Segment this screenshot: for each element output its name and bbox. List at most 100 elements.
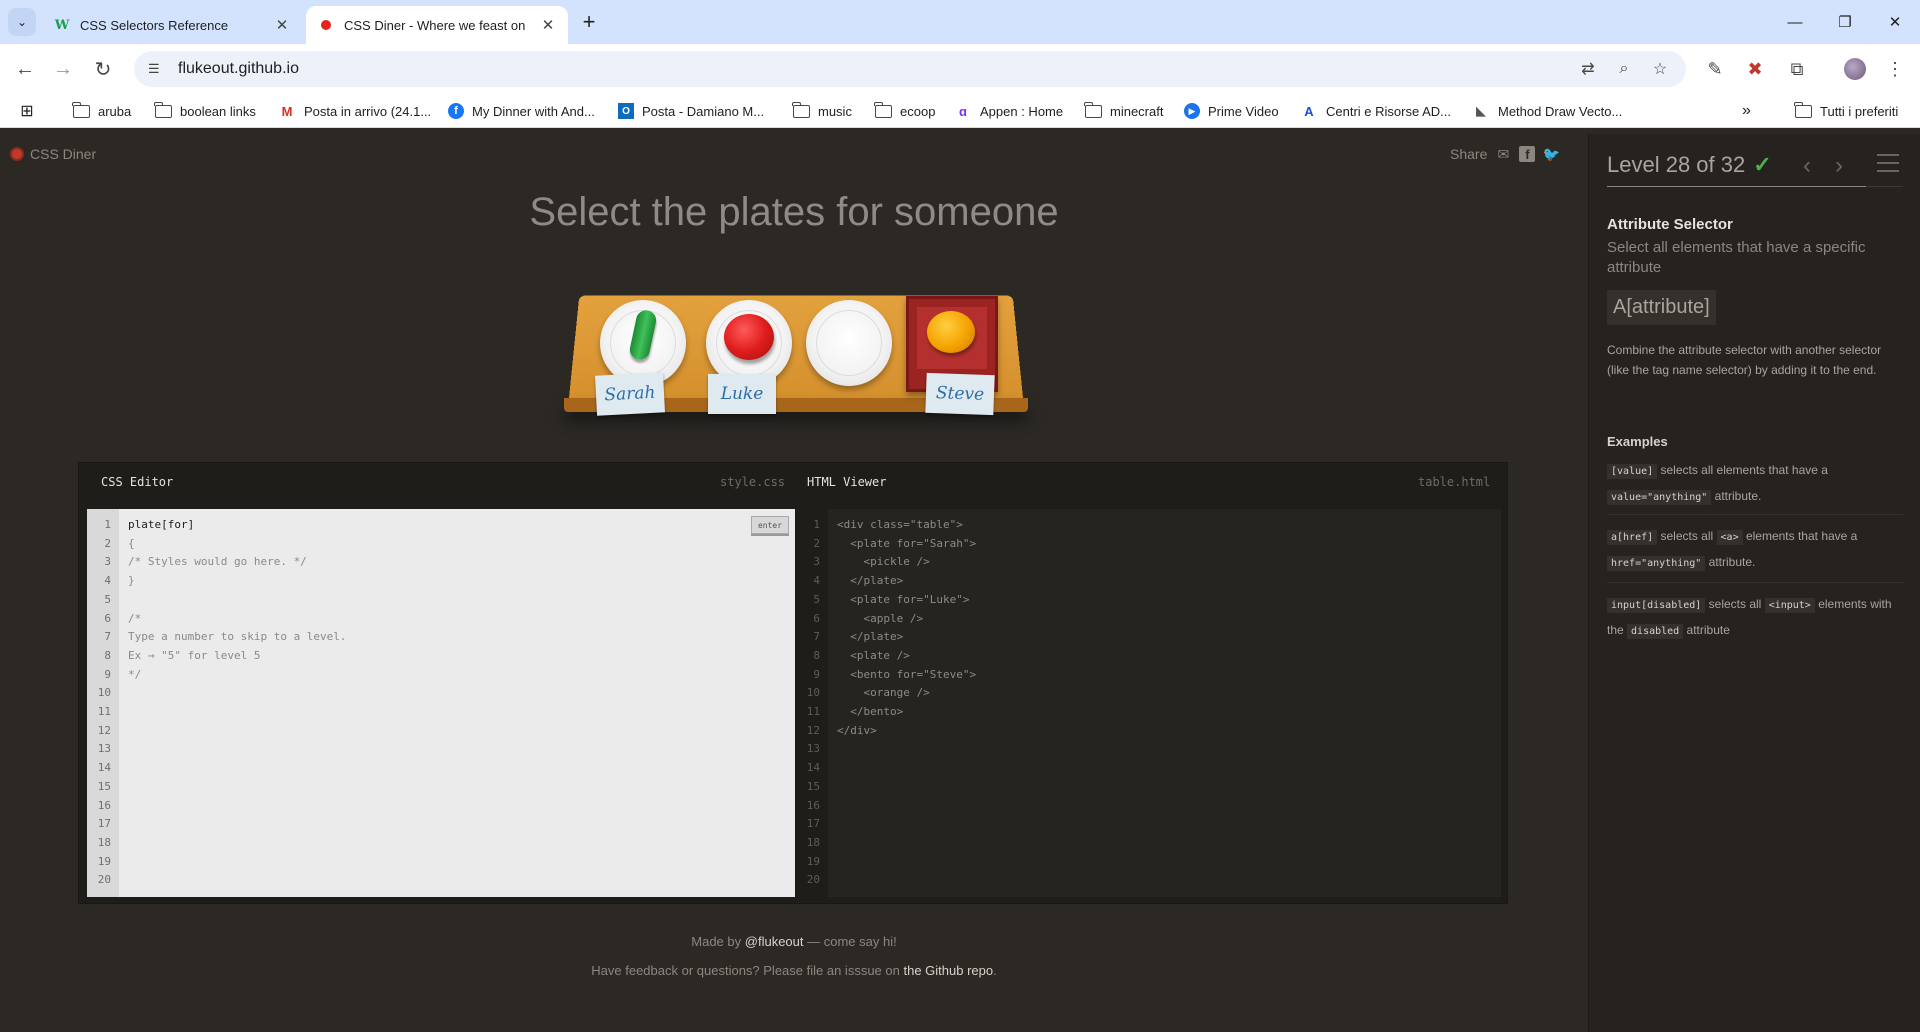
site-logo[interactable]: CSS Diner: [10, 146, 96, 162]
css-code[interactable]: plate[for]{/* Styles would go here. */} …: [128, 516, 347, 890]
back-button[interactable]: ←: [12, 56, 38, 82]
plate-empty[interactable]: [806, 300, 892, 386]
code-line: <plate for="Sarah">: [837, 536, 977, 550]
extension-icon[interactable]: ✖: [1742, 56, 1768, 82]
bookmark-boolean-links[interactable]: boolean links: [153, 100, 256, 122]
address-bar[interactable]: ☰ flukeout.github.io ⇄ ⌕ ☆: [134, 51, 1686, 87]
previous-level-button[interactable]: ‹: [1803, 152, 1811, 180]
html-code: <div class="table"> <plate for="Sarah"> …: [837, 516, 976, 890]
tab-css-diner[interactable]: CSS Diner - Where we feast on ✕: [306, 6, 568, 44]
bookmark-star-icon[interactable]: ☆: [1650, 59, 1670, 79]
level-menu-icon[interactable]: [1877, 154, 1899, 172]
facebook-icon[interactable]: f: [1519, 146, 1536, 162]
footer-feedback: Have feedback or questions? Please file …: [591, 963, 997, 978]
code-line: /*: [128, 611, 142, 625]
line-number: 19: [97, 854, 111, 868]
code-line: <apple />: [837, 611, 924, 625]
line-number: 18: [97, 835, 111, 849]
line-number: 3: [104, 555, 111, 569]
bookmark-method-draw[interactable]: ◣ Method Draw Vecto...: [1472, 100, 1622, 122]
forward-button[interactable]: →: [50, 56, 76, 82]
methoddraw-icon: ◣: [1476, 103, 1486, 118]
reload-button[interactable]: ↻: [90, 56, 116, 82]
window-close-button[interactable]: ✕: [1870, 0, 1920, 44]
eyedropper-extension-icon[interactable]: ✎: [1702, 56, 1728, 82]
twitter-icon[interactable]: 🐦: [1543, 146, 1560, 162]
selector-hint: Combine the attribute selector with anot…: [1607, 343, 1882, 377]
code-line: <div class="table">: [837, 518, 963, 531]
flukeout-link[interactable]: @flukeout: [745, 934, 804, 949]
line-number: 10: [806, 686, 820, 700]
profile-avatar[interactable]: [1844, 58, 1866, 80]
code-line: <orange />: [837, 686, 930, 700]
line-number: 4: [104, 574, 111, 588]
line-number: 17: [97, 817, 111, 831]
bookmark-outlook[interactable]: O Posta - Damiano M...: [618, 100, 764, 122]
code-line: }: [128, 574, 135, 588]
folder-icon: [1793, 101, 1812, 119]
apps-icon[interactable]: ⊞: [18, 100, 44, 122]
example-item: [value] selects all elements that have a…: [1607, 458, 1903, 510]
line-number: 11: [806, 705, 820, 719]
bookmarks-overflow-button[interactable]: »: [1742, 100, 1751, 122]
selector-title: Select all elements that have a specific…: [1607, 239, 1866, 276]
restore-button[interactable]: ❐: [1820, 0, 1870, 44]
level-instruction: Select the plates for someone: [529, 190, 1059, 234]
line-number: 8: [104, 648, 111, 662]
bookmark-minecraft[interactable]: minecraft: [1083, 100, 1163, 122]
tab-css-selectors-reference[interactable]: W CSS Selectors Reference ✕: [42, 6, 302, 44]
close-icon[interactable]: ✕: [540, 16, 556, 34]
minimize-button[interactable]: —: [1770, 0, 1820, 44]
line-number: 19: [806, 854, 820, 868]
line-number: 20: [806, 873, 820, 887]
extensions-puzzle-icon[interactable]: ⧉: [1784, 56, 1810, 82]
zoom-icon[interactable]: ⌕: [1614, 59, 1634, 79]
bookmark-ecoop[interactable]: ecoop: [873, 100, 935, 122]
bookmarks-bar: ⊞ aruba boolean links M Posta in arrivo (…: [0, 94, 1920, 128]
bookmark-adobe[interactable]: A Centri e Risorse AD...: [1300, 100, 1451, 122]
line-number: 6: [104, 611, 111, 625]
github-repo-link[interactable]: the Github repo: [903, 963, 993, 978]
code-line: /* Styles would go here. */: [128, 555, 307, 569]
primevideo-icon: ▶: [1184, 103, 1200, 119]
more-menu-icon[interactable]: ⋮: [1882, 56, 1908, 82]
all-bookmarks-folder[interactable]: Tutti i preferiti: [1793, 100, 1898, 122]
line-number: 7: [813, 630, 820, 644]
apple[interactable]: [724, 314, 774, 360]
folder-icon: [791, 101, 810, 119]
translate-icon[interactable]: ⇄: [1578, 59, 1598, 79]
bookmark-aruba[interactable]: aruba: [71, 100, 131, 122]
css-editor-pane[interactable]: 1 2 3 4 5 6 7 8 9 10 11 12 13 14 15 16 17 18 19 20 plate[fo…: [87, 509, 795, 897]
line-number: 12: [806, 723, 820, 737]
line-number: 11: [97, 705, 111, 719]
close-icon[interactable]: ✕: [274, 16, 290, 34]
new-tab-button[interactable]: +: [576, 10, 602, 36]
footer-credit: Made by @flukeout — come say hi!: [691, 934, 897, 949]
site-info-icon[interactable]: ☰: [148, 61, 166, 77]
bookmark-prime-video[interactable]: ▶ Prime Video: [1184, 100, 1279, 122]
editor: CSS Editor style.css HTML Viewer table.h…: [78, 462, 1508, 904]
code-line: Type a number to skip to a level.: [128, 630, 347, 644]
html-viewer-title: HTML Viewer: [807, 475, 887, 489]
enter-button[interactable]: enter: [751, 516, 789, 534]
email-icon[interactable]: ✉: [1495, 146, 1511, 162]
line-number: 1: [104, 518, 111, 531]
bookmark-facebook[interactable]: f My Dinner with And...: [448, 100, 595, 122]
line-number: 12: [97, 723, 111, 737]
orange[interactable]: [927, 311, 975, 353]
next-level-button[interactable]: ›: [1835, 152, 1843, 180]
bookmark-gmail[interactable]: M Posta in arrivo (24.1...: [278, 100, 432, 122]
tab-search-button[interactable]: ⌄: [8, 8, 36, 36]
bookmark-music[interactable]: music: [791, 100, 852, 122]
line-number: 13: [806, 742, 820, 756]
bookmark-appen[interactable]: ɑ Appen : Home: [954, 100, 1063, 122]
tab-title: CSS Diner - Where we feast on: [344, 17, 526, 33]
css-diner-page: CSS Diner Share ✉ f 🐦 Select the plates …: [0, 134, 1588, 1032]
